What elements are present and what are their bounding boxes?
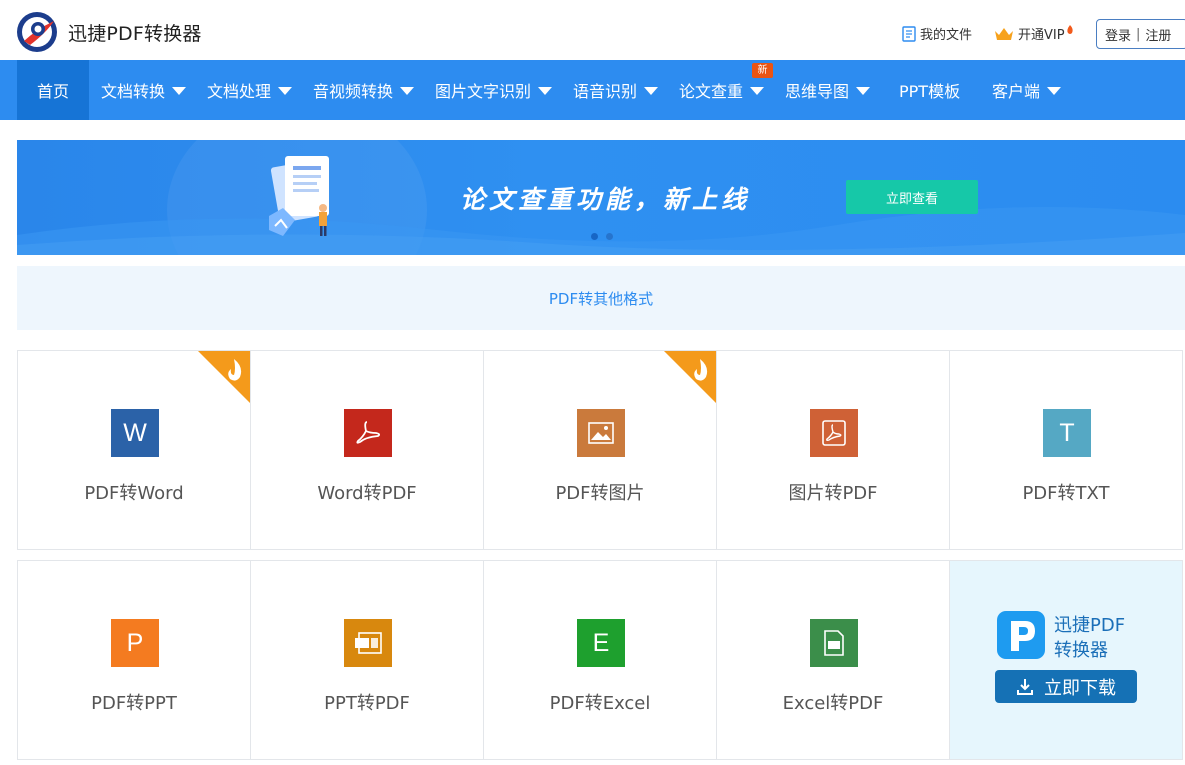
view-now-button[interactable]: 立即查看	[846, 180, 978, 214]
vip-label: 开通VIP	[1018, 28, 1065, 43]
nav-item-ppt-templates[interactable]: PPT模板	[899, 60, 960, 120]
chevron-down-icon	[172, 87, 187, 95]
tool-label: PPT转PDF	[324, 693, 410, 714]
header: 迅捷PDF转换器 我的文件 开通VIP 登录 | 注册	[0, 0, 1185, 60]
nav-item-label: 图片文字识别	[435, 82, 532, 101]
vip-link[interactable]: 开通VIP	[994, 24, 1074, 43]
tool-label: Excel转PDF	[782, 693, 884, 714]
my-files-label: 我的文件	[920, 28, 973, 43]
nav-item-doc-convert[interactable]: 文档转换	[101, 60, 187, 120]
chevron-down-icon	[1047, 87, 1062, 95]
pdf-file-icon	[810, 409, 858, 457]
pdf-sheet-glyph	[824, 630, 844, 656]
tool-label: PDF转PPT	[91, 693, 177, 714]
carousel-dots	[591, 233, 613, 240]
chevron-down-icon	[856, 87, 871, 95]
new-badge: 新	[752, 63, 773, 78]
nav-item-client[interactable]: 客户端	[992, 60, 1062, 120]
nav-item-ocr[interactable]: 图片文字识别	[435, 60, 553, 120]
ppt-icon: P	[111, 619, 159, 667]
download-promo: 迅捷PDF 转换器 立即下载	[949, 560, 1183, 760]
tool-label: PDF转Word	[84, 483, 184, 504]
tool-label: PDF转Excel	[549, 693, 651, 714]
brand-logo-icon[interactable]	[16, 11, 58, 53]
nav-item-av-convert[interactable]: 音视频转换	[313, 60, 415, 120]
download-icon	[1017, 678, 1033, 695]
tool-pdf-to-txt[interactable]: T PDF转TXT	[949, 350, 1183, 550]
tool-pdf-to-image[interactable]: PDF转图片	[483, 350, 717, 550]
my-files-link[interactable]: 我的文件	[902, 24, 972, 43]
excel-pdf-icon	[810, 619, 858, 667]
login-link[interactable]: 登录	[1105, 25, 1131, 44]
tool-excel-to-pdf[interactable]: Excel转PDF	[716, 560, 950, 760]
carousel-dot-active[interactable]	[591, 233, 598, 240]
app-name-line2: 转换器	[1054, 640, 1108, 661]
nav-item-label: 客户端	[992, 82, 1041, 101]
pdf-acrobat-icon	[344, 409, 392, 457]
brand-name[interactable]: 迅捷PDF转换器	[68, 19, 202, 46]
nav-item-label: 思维导图	[785, 82, 850, 101]
main-nav: 首页 文档转换 文档处理 音视频转换 图片文字识别 语音识别 论文查重 思维导图…	[0, 60, 1185, 120]
tool-ppt-to-pdf[interactable]: PPT转PDF	[250, 560, 484, 760]
txt-icon: T	[1043, 409, 1091, 457]
ppt-pdf-icon	[344, 619, 392, 667]
banner-title: 论文查重功能，新上线	[460, 185, 751, 214]
section-title: PDF转其他格式	[17, 266, 1185, 330]
tool-word-to-pdf[interactable]: Word转PDF	[250, 350, 484, 550]
document-illustration-icon	[269, 156, 329, 236]
tool-label: PDF转图片	[555, 483, 645, 504]
chevron-down-icon	[400, 87, 415, 95]
hot-flame-icon	[198, 351, 250, 403]
hot-flame-icon	[664, 351, 716, 403]
chevron-down-icon	[644, 87, 659, 95]
tool-pdf-to-word[interactable]: W PDF转Word	[17, 350, 251, 550]
flame-icon	[1066, 24, 1073, 34]
app-name-line1: 迅捷PDF	[1054, 615, 1126, 636]
tool-grid-row: P PDF转PPT PPT转PDF E PDF转Excel Excel转PDF	[17, 560, 1185, 760]
nav-item-speech[interactable]: 语音识别	[573, 60, 659, 120]
download-now-button[interactable]: 立即下载	[995, 670, 1137, 703]
nav-item-doc-process[interactable]: 文档处理	[207, 60, 293, 120]
picture-glyph	[588, 422, 614, 444]
nav-item-label: 论文查重	[679, 82, 744, 101]
separator: |	[1136, 26, 1141, 42]
excel-icon: E	[577, 619, 625, 667]
image-icon	[577, 409, 625, 457]
download-label: 立即下载	[1044, 677, 1116, 699]
tool-label: PDF转TXT	[1022, 483, 1110, 504]
chevron-down-icon	[278, 87, 293, 95]
nav-item-mindmap[interactable]: 思维导图	[785, 60, 871, 120]
acrobat-glyph	[356, 421, 380, 444]
nav-item-label: 文档转换	[101, 82, 166, 101]
nav-item-home[interactable]: 首页	[17, 60, 89, 120]
chevron-down-icon	[750, 87, 765, 95]
nav-item-label: 语音识别	[573, 82, 638, 101]
nav-item-label: PPT模板	[899, 82, 961, 101]
nav-item-label: 首页	[36, 82, 69, 101]
login-register-box: 登录 | 注册	[1096, 19, 1185, 49]
tool-grid-row: W PDF转Word Word转PDF PDF转图片 图片转PDF T PDF转…	[17, 350, 1185, 550]
carousel-dot[interactable]	[606, 233, 613, 240]
tool-label: Word转PDF	[317, 483, 417, 504]
tool-label: 图片转PDF	[788, 483, 878, 504]
tool-image-to-pdf[interactable]: 图片转PDF	[716, 350, 950, 550]
app-name: 迅捷PDF 转换器	[1054, 613, 1125, 663]
app-logo-icon	[997, 611, 1045, 659]
document-icon	[902, 25, 916, 42]
slide-pdf-glyph	[355, 632, 382, 654]
register-link[interactable]: 注册	[1145, 25, 1171, 44]
pdf-doc-glyph	[822, 420, 846, 446]
word-icon: W	[111, 409, 159, 457]
tool-pdf-to-ppt[interactable]: P PDF转PPT	[17, 560, 251, 760]
crown-icon	[995, 27, 1013, 40]
nav-item-label: 音视频转换	[313, 82, 394, 101]
tool-pdf-to-excel[interactable]: E PDF转Excel	[483, 560, 717, 760]
promo-banner[interactable]: 论文查重功能，新上线 立即查看	[17, 140, 1185, 255]
nav-item-label: 文档处理	[207, 82, 272, 101]
chevron-down-icon	[538, 87, 553, 95]
